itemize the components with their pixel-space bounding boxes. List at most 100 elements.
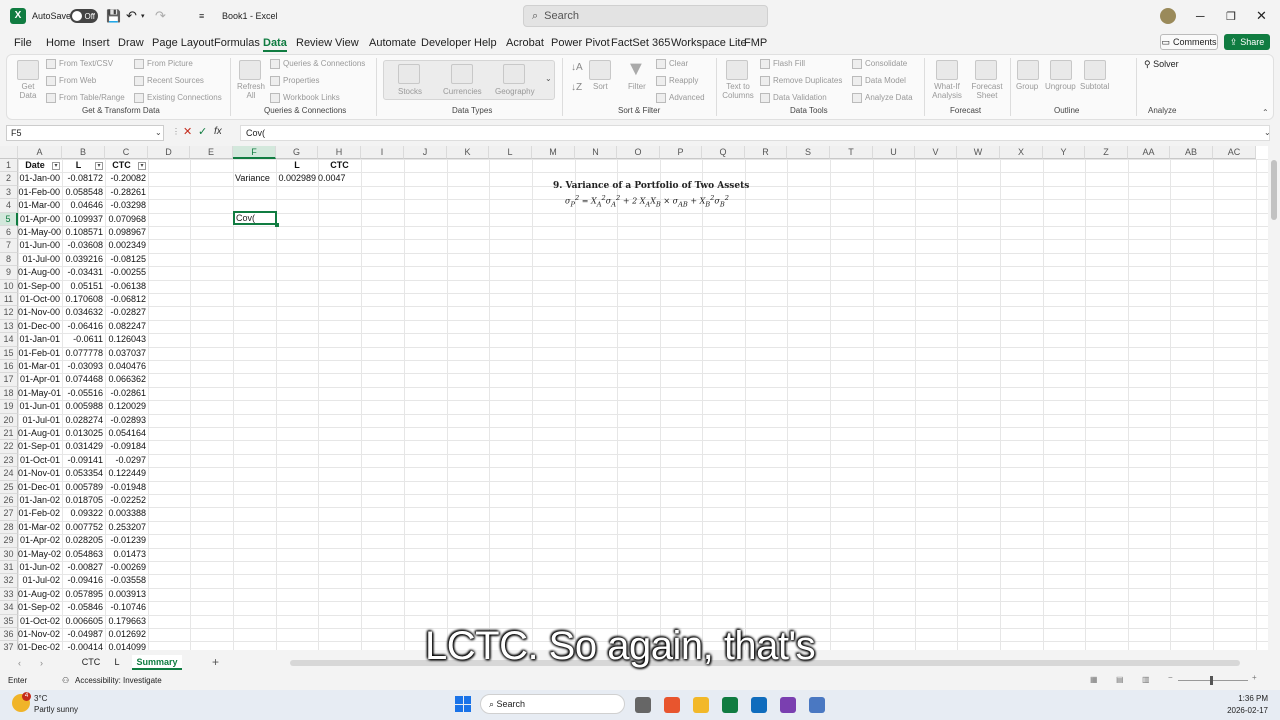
- share-button[interactable]: ⇪ Share: [1224, 34, 1270, 50]
- active-cell-editor[interactable]: Cov(: [233, 211, 277, 225]
- filter-dropdown-icon[interactable]: ▾: [95, 161, 103, 170]
- table-cell[interactable]: -0.02827: [105, 306, 148, 319]
- minimize-icon[interactable]: ─: [1196, 0, 1205, 32]
- filter-dropdown-icon[interactable]: ▾: [52, 161, 60, 170]
- close-icon[interactable]: ✕: [1256, 0, 1267, 32]
- column-header[interactable]: N: [575, 146, 617, 159]
- table-cell[interactable]: 01-Jun-01: [18, 400, 62, 413]
- table-cell[interactable]: 0.028274: [62, 414, 105, 427]
- table-header-cell[interactable]: CTC: [105, 159, 138, 172]
- row-header[interactable]: 11: [0, 293, 18, 307]
- row-header[interactable]: 5: [0, 212, 18, 226]
- tab-factset[interactable]: FactSet 365: [611, 37, 670, 49]
- row-header[interactable]: 14: [0, 333, 18, 347]
- what-if-button[interactable]: What-If Analysis: [930, 82, 964, 100]
- select-all-corner[interactable]: [0, 146, 18, 159]
- from-table-range-button[interactable]: From Table/Range: [59, 93, 125, 102]
- filter-dropdown-icon[interactable]: ▾: [138, 161, 146, 170]
- table-cell[interactable]: 0.054863: [62, 548, 105, 561]
- filter-button[interactable]: Filter: [628, 82, 646, 91]
- table-cell[interactable]: -0.00269: [105, 561, 148, 574]
- task-view-icon[interactable]: [635, 697, 651, 713]
- row-header[interactable]: 18: [0, 386, 18, 401]
- table-cell[interactable]: 0.007752: [62, 521, 105, 534]
- table-cell[interactable]: -0.06812: [105, 293, 148, 306]
- collapse-ribbon-icon[interactable]: ⌃: [1262, 108, 1269, 117]
- forecast-sheet-button[interactable]: Forecast Sheet: [970, 82, 1004, 100]
- stocks-button[interactable]: Stocks: [398, 87, 422, 96]
- vertical-scrollbar[interactable]: [1268, 146, 1280, 654]
- row-header[interactable]: 8: [0, 252, 18, 267]
- table-cell[interactable]: 01-Dec-00: [18, 320, 62, 333]
- table-cell[interactable]: 0.170608: [62, 293, 105, 306]
- table-cell[interactable]: 0.04646: [62, 199, 105, 212]
- properties-button[interactable]: Properties: [283, 76, 319, 85]
- table-cell[interactable]: -0.02252: [105, 494, 148, 507]
- table-cell[interactable]: 01-Jul-02: [18, 574, 62, 587]
- row-header[interactable]: 6: [0, 226, 18, 240]
- confirm-entry-icon[interactable]: ✓: [198, 125, 207, 138]
- table-cell[interactable]: 0.126043: [105, 333, 148, 346]
- column-header[interactable]: G: [276, 146, 318, 159]
- table-cell[interactable]: 0.074468: [62, 373, 105, 386]
- currencies-button[interactable]: Currencies: [443, 87, 482, 96]
- table-cell[interactable]: 0.066362: [105, 373, 148, 386]
- get-data-label[interactable]: Get Data: [17, 82, 39, 100]
- undo-icon[interactable]: ↶: [126, 0, 137, 32]
- table-cell[interactable]: 0.120029: [105, 400, 148, 413]
- column-header[interactable]: AA: [1128, 146, 1170, 159]
- column-header[interactable]: X: [1000, 146, 1043, 159]
- table-cell[interactable]: 01-Aug-02: [18, 588, 62, 601]
- table-cell[interactable]: 01-Sep-02: [18, 601, 62, 614]
- table-cell[interactable]: -0.28261: [105, 186, 148, 199]
- table-cell[interactable]: 01-Sep-01: [18, 440, 62, 453]
- tab-view[interactable]: View: [335, 37, 359, 49]
- table-cell[interactable]: 0.098967: [105, 226, 148, 239]
- column-header[interactable]: AC: [1213, 146, 1256, 159]
- column-header[interactable]: H: [318, 146, 361, 159]
- tab-formulas[interactable]: Formulas: [214, 37, 260, 49]
- scrollbar-thumb[interactable]: [1271, 160, 1277, 220]
- comments-button[interactable]: ▭ Comments: [1160, 34, 1218, 50]
- table-cell[interactable]: -0.02893: [105, 414, 148, 427]
- table-cell[interactable]: -0.04987: [62, 628, 105, 641]
- fill-handle[interactable]: [275, 223, 279, 227]
- row-header[interactable]: 28: [0, 520, 18, 535]
- table-cell[interactable]: 0.034632: [62, 306, 105, 319]
- subtotal-button[interactable]: Subtotal: [1080, 82, 1109, 91]
- avatar[interactable]: [1160, 0, 1176, 32]
- table-cell[interactable]: -0.03298: [105, 199, 148, 212]
- tab-file[interactable]: File: [14, 37, 32, 49]
- row-header[interactable]: 4: [0, 199, 18, 213]
- table-cell[interactable]: -0.08125: [105, 253, 148, 266]
- table-cell[interactable]: 0.012692: [105, 628, 148, 641]
- column-header[interactable]: U: [873, 146, 915, 159]
- column-header[interactable]: Z: [1085, 146, 1128, 159]
- table-cell[interactable]: 01-Nov-01: [18, 467, 62, 480]
- table-cell[interactable]: 01-Nov-00: [18, 306, 62, 319]
- row-header[interactable]: 33: [0, 587, 18, 602]
- geography-button[interactable]: Geography: [495, 87, 535, 96]
- table-cell[interactable]: 0.040476: [105, 360, 148, 373]
- table-cell[interactable]: 0.005789: [62, 481, 105, 494]
- row-header[interactable]: 29: [0, 534, 18, 548]
- table-cell[interactable]: -0.06138: [105, 280, 148, 293]
- redo-icon[interactable]: ↷: [155, 0, 166, 32]
- cancel-entry-icon[interactable]: ✕: [183, 125, 192, 138]
- table-cell[interactable]: 0.070968: [105, 213, 148, 226]
- summary-header-l[interactable]: L: [276, 159, 318, 172]
- insert-function-icon[interactable]: fx: [214, 126, 222, 137]
- variance-ctc-value[interactable]: 0.0047: [318, 172, 346, 185]
- table-cell[interactable]: 01-Mar-01: [18, 360, 62, 373]
- row-header[interactable]: 23: [0, 453, 18, 468]
- column-header[interactable]: B: [62, 146, 105, 159]
- tab-fmp[interactable]: FMP: [744, 37, 767, 49]
- table-cell[interactable]: 0.013025: [62, 427, 105, 440]
- save-icon[interactable]: 💾: [106, 0, 121, 32]
- add-sheet-icon[interactable]: +: [212, 655, 219, 669]
- data-validation-button[interactable]: Data Validation: [773, 93, 827, 102]
- table-cell[interactable]: -0.09416: [62, 574, 105, 587]
- tab-draw[interactable]: Draw: [118, 37, 144, 49]
- row-header[interactable]: 15: [0, 346, 18, 360]
- get-data-icon[interactable]: [17, 60, 39, 80]
